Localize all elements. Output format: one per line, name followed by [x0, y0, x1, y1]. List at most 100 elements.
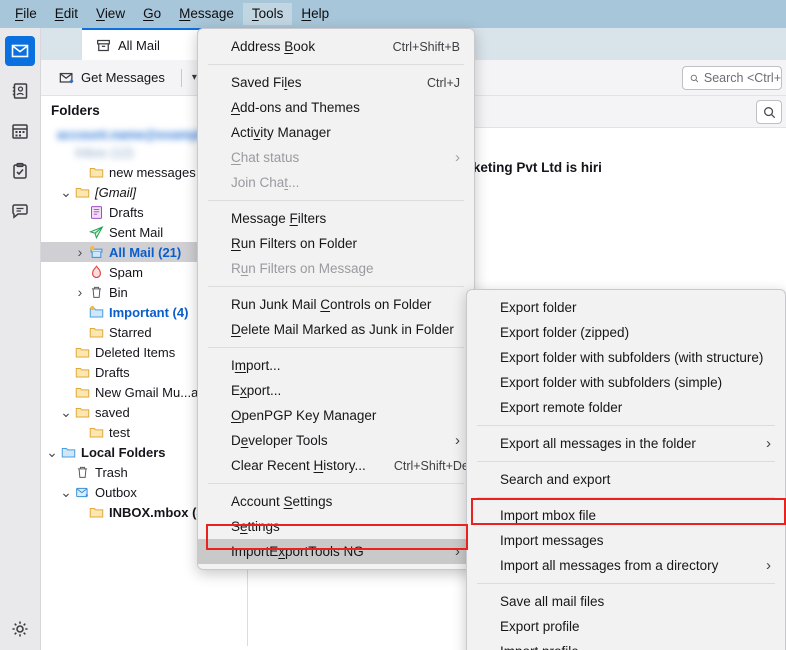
menu-item-openpgp-key-manager[interactable]: OpenPGP Key Manager — [198, 403, 474, 428]
menu-item-run-filters-on-folder[interactable]: Run Filters on Folder — [198, 231, 474, 256]
rail-address-book-button[interactable] — [5, 76, 35, 106]
menu-item-export-profile[interactable]: Export profile — [467, 614, 785, 639]
trash-icon — [87, 285, 106, 300]
filter-search-button[interactable] — [756, 100, 782, 124]
menu-item-export-folder-zipped[interactable]: Export folder (zipped) — [467, 320, 785, 345]
menu-separator — [477, 461, 775, 462]
archive-icon — [97, 39, 110, 51]
rail-tasks-button[interactable] — [5, 156, 35, 186]
rail-chat-button[interactable] — [5, 196, 35, 226]
menu-item-label: OpenPGP Key Manager — [231, 408, 377, 423]
menu-item-import[interactable]: Import... — [198, 353, 474, 378]
drafts-icon — [87, 205, 106, 220]
folder-label: new messages — [109, 164, 196, 180]
menu-item-label: Activity Manager — [231, 125, 331, 140]
menu-item-importexporttools-ng[interactable]: ImportExportTools NG › — [198, 539, 474, 564]
tab-label: All Mail — [118, 37, 160, 53]
menu-separator — [208, 347, 464, 348]
menu-item-message-filters[interactable]: Message Filters — [198, 206, 474, 231]
global-search-placeholder: Search <Ctrl+ — [703, 71, 781, 85]
folder-icon — [87, 325, 106, 340]
chevron-down-icon[interactable]: ⌄ — [59, 185, 73, 199]
menu-item-label: Run Junk Mail Controls on Folder — [231, 297, 432, 312]
folder-icon — [87, 165, 106, 180]
menu-item-import-mbox-file[interactable]: Import mbox file — [467, 503, 785, 528]
search-icon — [690, 74, 699, 82]
menu-item-label: Run Filters on Folder — [231, 236, 358, 251]
folder-label: Spam — [109, 264, 143, 280]
menu-item-saved-files[interactable]: Saved Files Ctrl+J — [198, 70, 474, 95]
trash-icon — [73, 465, 92, 480]
global-search-input[interactable]: Search <Ctrl+ — [682, 66, 782, 90]
menubar-item-view[interactable]: View — [87, 3, 134, 26]
menu-item-export-all-messages-in-the-folder[interactable]: Export all messages in the folder › — [467, 431, 785, 456]
chevron-down-icon[interactable]: ⌄ — [59, 485, 73, 499]
menu-item-label: Export profile — [500, 619, 580, 634]
menu-item-label: Saved Files — [231, 75, 302, 90]
rail-calendar-button[interactable] — [5, 116, 35, 146]
menubar-item-tools[interactable]: Tools — [242, 2, 293, 26]
chevron-right-icon: › — [766, 557, 771, 574]
menu-item-address-book[interactable]: Address Book Ctrl+Shift+B — [198, 34, 474, 59]
menu-item-save-all-mail-files[interactable]: Save all mail files — [467, 589, 785, 614]
menu-item-label: Delete Mail Marked as Junk in Folder — [231, 322, 454, 337]
calendar-icon — [12, 124, 28, 139]
rail-mail-button[interactable] — [5, 36, 35, 66]
menu-bar: File Edit View Go Message Tools Help — [0, 0, 786, 28]
menu-item-developer-tools[interactable]: Developer Tools › — [198, 428, 474, 453]
menu-item-export-folder-with-subfolders-simple[interactable]: Export folder with subfolders (simple) — [467, 370, 785, 395]
menu-item-label: Chat status — [231, 150, 300, 165]
menu-item-export-folder-with-subfolders-with-structure[interactable]: Export folder with subfolders (with stru… — [467, 345, 785, 370]
menu-item-export-remote-folder[interactable]: Export remote folder — [467, 395, 785, 420]
outbox-icon — [73, 485, 92, 500]
toolbar-separator — [180, 68, 182, 87]
rail-settings-button[interactable] — [5, 614, 35, 644]
folder-icon — [73, 345, 92, 360]
menubar-item-edit[interactable]: Edit — [46, 3, 87, 26]
menu-item-import-profile[interactable]: Import profile — [467, 639, 785, 650]
menu-item-export[interactable]: Export... — [198, 378, 474, 403]
menu-item-label: Export folder (zipped) — [500, 325, 630, 340]
menubar-item-go[interactable]: Go — [134, 3, 170, 26]
menubar-item-message[interactable]: Message — [170, 3, 243, 26]
menu-item-export-folder[interactable]: Export folder — [467, 295, 785, 320]
chevron-right-icon[interactable]: › — [73, 284, 87, 300]
menu-item-clear-recent-history[interactable]: Clear Recent History... Ctrl+Shift+Del — [198, 453, 474, 478]
folder-icon — [87, 425, 106, 440]
menu-item-account-settings[interactable]: Account Settings — [198, 489, 474, 514]
menu-item-label: Export folder with subfolders (with stru… — [500, 350, 764, 365]
menu-separator — [477, 583, 775, 584]
chevron-right-icon: › — [766, 435, 771, 452]
chat-icon — [12, 204, 28, 219]
get-messages-button[interactable]: Get Messages — [53, 67, 171, 89]
folder-label: Drafts — [109, 204, 144, 220]
folder-label: All Mail (21) — [109, 244, 182, 260]
menu-item-run-junk-mail-controls-on-folder[interactable]: Run Junk Mail Controls on Folder — [198, 292, 474, 317]
menu-item-import-all-messages-from-a-directory[interactable]: Import all messages from a directory › — [467, 553, 785, 578]
menu-item-add-ons-and-themes[interactable]: Add-ons and Themes — [198, 95, 474, 120]
folder-label: Starred — [109, 324, 152, 340]
archive-new-icon — [87, 245, 106, 260]
chevron-down-icon[interactable]: ⌄ — [59, 405, 73, 419]
chevron-right-icon[interactable]: › — [73, 244, 87, 260]
menu-item-settings[interactable]: Settings — [198, 514, 474, 539]
menubar-item-file[interactable]: File — [6, 3, 46, 26]
menu-item-shortcut: Ctrl+Shift+Del — [393, 458, 472, 473]
tasks-icon — [13, 162, 27, 179]
menu-item-run-filters-on-message: Run Filters on Message — [198, 256, 474, 281]
menu-item-activity-manager[interactable]: Activity Manager — [198, 120, 474, 145]
folder-label: Local Folders — [81, 444, 166, 460]
folder-label: New Gmail Mu...ail — [95, 384, 205, 400]
local-folder-icon — [59, 445, 78, 460]
menu-item-import-messages[interactable]: Import messages — [467, 528, 785, 553]
menu-separator — [477, 497, 775, 498]
chevron-down-icon[interactable]: ⌄ — [45, 445, 59, 459]
folder-icon — [73, 365, 92, 380]
menu-item-chat-status: Chat status › — [198, 145, 474, 170]
menu-item-join-chat: Join Chat... — [198, 170, 474, 195]
folder-label: INBOX.mbox (3) — [109, 504, 208, 520]
menubar-item-help[interactable]: Help — [292, 3, 338, 26]
menu-item-delete-mail-marked-as-junk-in-folder[interactable]: Delete Mail Marked as Junk in Folder — [198, 317, 474, 342]
chevron-right-icon: › — [455, 432, 460, 449]
menu-item-search-and-export[interactable]: Search and export — [467, 467, 785, 492]
